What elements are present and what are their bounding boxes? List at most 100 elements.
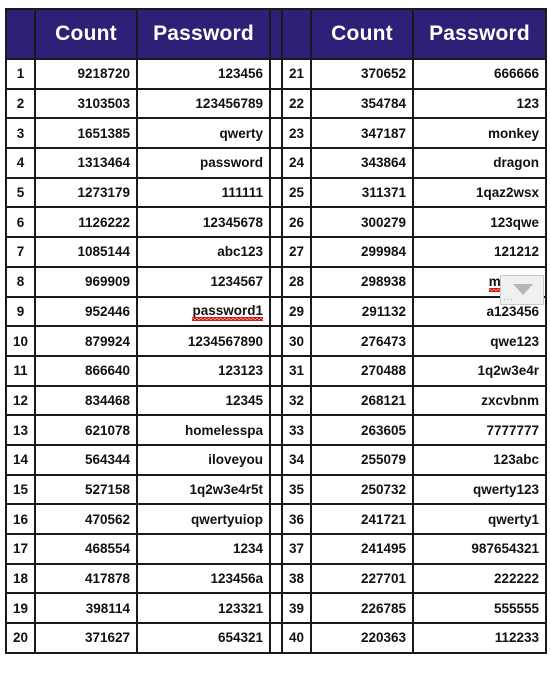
cell-password-right: 1qaz2wsx	[412, 176, 547, 209]
cell-gap-spacer	[269, 236, 283, 268]
cell-count-left: 969909	[34, 265, 138, 298]
cell-rank-right: 37	[281, 533, 312, 565]
cell-rank-left: 16	[5, 503, 36, 535]
table-row: 11 866640 123123 31 270488 1q2w3e4r	[5, 354, 547, 387]
cell-password-left: 111111	[136, 176, 271, 209]
cell-count-right: 220363	[310, 622, 414, 654]
cell-count-left: 879924	[34, 325, 138, 357]
cell-rank-right: 29	[281, 295, 312, 328]
cell-password-right: qwerty123	[412, 473, 547, 506]
cell-count-right: 268121	[310, 384, 414, 417]
cell-rank-right: 23	[281, 117, 312, 150]
cell-count-left: 1313464	[34, 147, 138, 179]
cell-rank-left: 8	[5, 265, 36, 298]
cell-rank-right: 34	[281, 443, 312, 476]
autocomplete-ellipsis: ...	[503, 292, 514, 302]
cell-rank-right: 21	[281, 58, 312, 90]
cell-rank-left: 13	[5, 414, 36, 446]
cell-rank-left: 12	[5, 384, 36, 417]
header-count-right: Count	[310, 8, 414, 60]
table-row: 14 564344 iloveyou 34 255079 123abc	[5, 443, 547, 476]
cell-rank-right: 39	[281, 592, 312, 625]
cell-rank-left: 9	[5, 295, 36, 328]
cell-count-left: 3103503	[34, 87, 138, 120]
cell-gap-spacer	[269, 622, 283, 654]
cell-gap-spacer	[269, 295, 283, 328]
cell-password-left: 1q2w3e4r5t	[136, 473, 271, 506]
table-row: 18 417878 123456a 38 227701 222222	[5, 562, 547, 595]
cell-rank-left: 19	[5, 592, 36, 625]
cell-rank-right: 38	[281, 562, 312, 595]
cell-count-left: 527158	[34, 473, 138, 506]
cell-password-right: 987654321	[412, 533, 547, 565]
cell-password-right: 123	[412, 87, 547, 120]
cell-password-right: 1q2w3e4r	[412, 354, 547, 387]
cell-count-left: 564344	[34, 443, 138, 476]
autocomplete-overlay[interactable]: ...	[500, 275, 544, 305]
cell-password-left: 1234567890	[136, 325, 271, 357]
cell-count-left: 9218720	[34, 58, 138, 90]
cell-gap-spacer	[269, 117, 283, 150]
cell-count-left: 834468	[34, 384, 138, 417]
spellcheck-underline: password1	[192, 303, 263, 322]
cell-count-right: 226785	[310, 592, 414, 625]
cell-password-right: qwerty1	[412, 503, 547, 535]
table-body: 1 9218720 123456 21 370652 666666 2 3103503 1234…	[5, 58, 547, 654]
dropdown-arrow-icon[interactable]	[513, 284, 533, 295]
cell-rank-right: 33	[281, 414, 312, 446]
cell-count-right: 298938	[310, 265, 414, 298]
table-row: 2 3103503 123456789 22 354784 123	[5, 87, 547, 120]
table-row: 13 621078 homelesspa 33 263605 7777777	[5, 414, 547, 446]
cell-count-right: 354784	[310, 87, 414, 120]
cell-password-left: password1	[136, 295, 271, 328]
cell-count-left: 952446	[34, 295, 138, 328]
cell-rank-right: 26	[281, 206, 312, 239]
cell-rank-right: 24	[281, 147, 312, 179]
cell-gap-spacer	[269, 473, 283, 506]
header-rank-right	[281, 8, 312, 60]
cell-password-left: 123123	[136, 354, 271, 387]
cell-password-left: homelesspa	[136, 414, 271, 446]
cell-count-right: 299984	[310, 236, 414, 268]
table-row: 4 1313464 password 24 343864 dragon	[5, 147, 547, 179]
cell-count-right: 300279	[310, 206, 414, 239]
cell-rank-left: 15	[5, 473, 36, 506]
cell-password-right: 666666	[412, 58, 547, 90]
cell-count-right: 255079	[310, 443, 414, 476]
cell-password-left: password	[136, 147, 271, 179]
cell-rank-right: 40	[281, 622, 312, 654]
cell-count-left: 1126222	[34, 206, 138, 239]
cell-gap-spacer	[269, 87, 283, 120]
cell-password-left: abc123	[136, 236, 271, 268]
cell-password-left: 1234567	[136, 265, 271, 298]
cell-gap-spacer	[269, 354, 283, 387]
cell-rank-left: 10	[5, 325, 36, 357]
cell-rank-left: 20	[5, 622, 36, 654]
cell-rank-left: 2	[5, 87, 36, 120]
cell-password-left: 12345	[136, 384, 271, 417]
header-rank-left	[5, 8, 36, 60]
cell-count-right: 227701	[310, 562, 414, 595]
cell-rank-left: 4	[5, 147, 36, 179]
cell-password-left: 1234	[136, 533, 271, 565]
cell-rank-right: 36	[281, 503, 312, 535]
autocomplete-box[interactable]: ...	[500, 275, 544, 305]
header-count-left: Count	[34, 8, 138, 60]
table-row: 19 398114 123321 39 226785 555555	[5, 592, 547, 625]
table-row: 3 1651385 qwerty 23 347187 monkey	[5, 117, 547, 150]
cell-count-left: 371627	[34, 622, 138, 654]
cell-count-right: 263605	[310, 414, 414, 446]
cell-password-right: 123qwe	[412, 206, 547, 239]
cell-gap-spacer	[269, 503, 283, 535]
cell-password-left: 123456	[136, 58, 271, 90]
table-header-row: Count Password Count Password	[5, 8, 547, 60]
cell-gap-spacer	[269, 206, 283, 239]
table-row: 6 1126222 12345678 26 300279 123qwe	[5, 206, 547, 239]
cell-rank-left: 14	[5, 443, 36, 476]
cell-password-left: 123456789	[136, 87, 271, 120]
cell-count-right: 276473	[310, 325, 414, 357]
cell-password-right: 7777777	[412, 414, 547, 446]
cell-count-left: 470562	[34, 503, 138, 535]
cell-gap-spacer	[269, 265, 283, 298]
cell-rank-left: 3	[5, 117, 36, 150]
